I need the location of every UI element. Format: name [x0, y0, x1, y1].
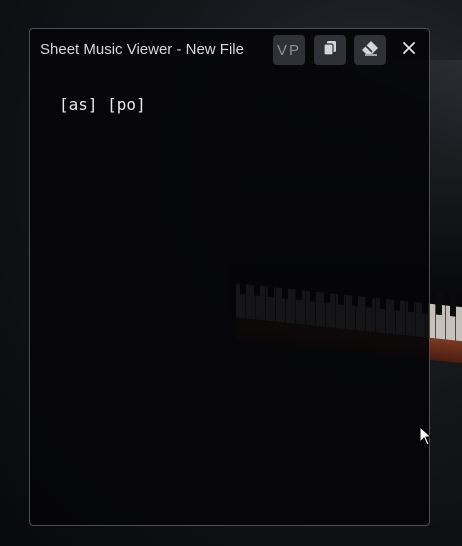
vp-button[interactable]: VP — [273, 35, 305, 65]
close-icon — [403, 41, 415, 59]
sheet-music-text[interactable]: [as] [po] — [59, 95, 146, 114]
close-button[interactable] — [396, 35, 422, 65]
title-bar[interactable]: Sheet Music Viewer - New File VP — [30, 29, 429, 71]
erase-button[interactable] — [354, 35, 386, 65]
mouse-cursor-icon — [419, 425, 433, 451]
sheet-music-viewer-window: Sheet Music Viewer - New File VP [as] [p… — [29, 28, 430, 526]
vp-button-label: VP — [276, 41, 301, 59]
copy-icon — [322, 40, 338, 60]
window-title: Sheet Music Viewer - New File — [40, 41, 244, 58]
copy-button[interactable] — [314, 35, 346, 65]
eraser-icon — [361, 40, 379, 60]
